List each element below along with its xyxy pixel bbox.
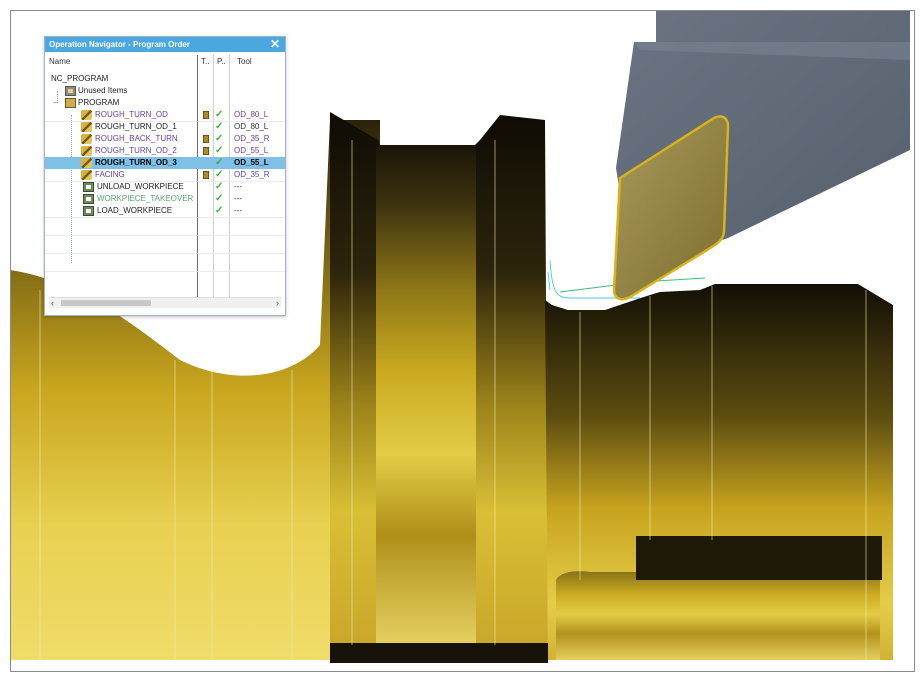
tree-item-program[interactable]: – PROGRAM xyxy=(45,97,285,109)
row-separator xyxy=(45,271,285,272)
operation-navigator-dialog[interactable]: Operation Navigator - Program Order ✕ Na… xyxy=(44,36,286,316)
path-status-check-icon: ✓ xyxy=(215,145,224,156)
dialog-title-bar[interactable]: Operation Navigator - Program Order ✕ xyxy=(45,37,285,52)
path-status-check-icon: ✓ xyxy=(215,121,224,132)
operation-row[interactable]: ROUGH_BACK_TURN ✓ OD_35_R xyxy=(45,133,285,145)
column-header: Name T.. P.. Tool xyxy=(45,55,285,67)
operation-name: LOAD_WORKPIECE xyxy=(97,206,173,215)
operation-row[interactable]: FACING ✓ OD_35_R xyxy=(45,169,285,181)
tool-name: OD_35_R xyxy=(234,170,270,179)
tool-change-icon xyxy=(203,111,209,119)
part-slot-inner xyxy=(376,145,476,645)
row-separator xyxy=(45,235,285,236)
scroll-left-icon[interactable]: ‹ xyxy=(51,298,54,308)
path-status-check-icon: ✓ xyxy=(215,181,224,192)
tool-name: OD_55_L xyxy=(234,158,269,167)
tool-name: --- xyxy=(234,194,242,203)
path-status-check-icon: ✓ xyxy=(215,157,224,168)
turning-operation-icon xyxy=(81,158,92,168)
operation-row[interactable]: LOAD_WORKPIECE ✓ --- xyxy=(45,205,285,217)
column-path[interactable]: P.. xyxy=(217,57,226,66)
tool-change-icon xyxy=(203,171,209,179)
workpiece-operation-icon xyxy=(83,194,94,204)
column-tool[interactable]: Tool xyxy=(237,57,252,66)
operation-row[interactable]: WORKPIECE_TAKEOVER ✓ --- xyxy=(45,193,285,205)
operation-name: ROUGH_TURN_OD xyxy=(95,110,168,119)
program-group-icon xyxy=(65,98,76,108)
path-status-check-icon: ✓ xyxy=(215,193,224,204)
tool-change-icon xyxy=(203,135,209,143)
tool-name: OD_55_L xyxy=(234,146,269,155)
workpiece-operation-icon xyxy=(83,182,94,192)
column-toolchange[interactable]: T.. xyxy=(201,57,209,66)
row-separator xyxy=(45,253,285,254)
tool-name: OD_80_L xyxy=(234,110,269,119)
graphics-viewport[interactable]: Operation Navigator - Program Order ✕ Na… xyxy=(0,0,920,677)
operation-name: WORKPIECE_TAKEOVER xyxy=(97,194,194,203)
path-status-check-icon: ✓ xyxy=(215,205,224,216)
operation-row[interactable]: ROUGH_TURN_OD_2 ✓ OD_55_L xyxy=(45,145,285,157)
path-status-check-icon: ✓ xyxy=(215,109,224,120)
operation-name: ROUGH_TURN_OD_3 xyxy=(95,158,177,167)
tree-item-nc-program[interactable]: NC_PROGRAM xyxy=(45,73,285,85)
operation-row-selected[interactable]: ROUGH_TURN_OD_3 ✓ OD_55_L xyxy=(45,157,285,169)
close-icon[interactable]: ✕ xyxy=(269,37,281,52)
scrollbar-thumb[interactable] xyxy=(61,300,151,306)
turning-operation-icon xyxy=(81,146,92,156)
tool-name: OD_35_R xyxy=(234,134,270,143)
operation-row[interactable]: UNLOAD_WORKPIECE ✓ --- xyxy=(45,181,285,193)
tool-change-icon xyxy=(203,147,209,155)
turning-operation-icon xyxy=(81,170,92,180)
group-icon xyxy=(65,86,76,96)
collapse-icon[interactable]: – xyxy=(53,97,57,109)
tree-item-label: NC_PROGRAM xyxy=(51,74,109,83)
operation-name: UNLOAD_WORKPIECE xyxy=(97,182,184,191)
scroll-right-icon[interactable]: › xyxy=(276,298,279,308)
dialog-title: Operation Navigator - Program Order xyxy=(49,40,190,49)
operation-name: ROUGH_TURN_OD_1 xyxy=(95,122,177,131)
row-separator xyxy=(45,217,285,218)
workpiece-operation-icon xyxy=(83,206,94,216)
operation-row[interactable]: ROUGH_TURN_OD_1 ✓ OD_80_L xyxy=(45,121,285,133)
operation-name: ROUGH_TURN_OD_2 xyxy=(95,146,177,155)
horizontal-scrollbar[interactable]: ‹ › xyxy=(49,297,281,308)
turning-operation-icon xyxy=(81,110,92,120)
tool-name: --- xyxy=(234,206,242,215)
tree-item-unused-items[interactable]: Unused Items xyxy=(45,85,285,97)
path-status-check-icon: ✓ xyxy=(215,169,224,180)
operation-name: ROUGH_BACK_TURN xyxy=(95,134,178,143)
part-bottom-dark xyxy=(330,643,548,663)
path-status-check-icon: ✓ xyxy=(215,133,224,144)
tree-item-label: PROGRAM xyxy=(78,98,120,107)
tool-name: --- xyxy=(234,182,242,191)
operation-name: FACING xyxy=(95,170,125,179)
tree-item-label: Unused Items xyxy=(78,86,128,95)
column-name[interactable]: Name xyxy=(49,57,70,66)
operation-row[interactable]: ROUGH_TURN_OD ✓ OD_80_L xyxy=(45,109,285,121)
turning-operation-icon xyxy=(81,122,92,132)
tool-name: OD_80_L xyxy=(234,122,269,131)
turning-operation-icon xyxy=(81,134,92,144)
part-groove-dark xyxy=(636,536,882,580)
